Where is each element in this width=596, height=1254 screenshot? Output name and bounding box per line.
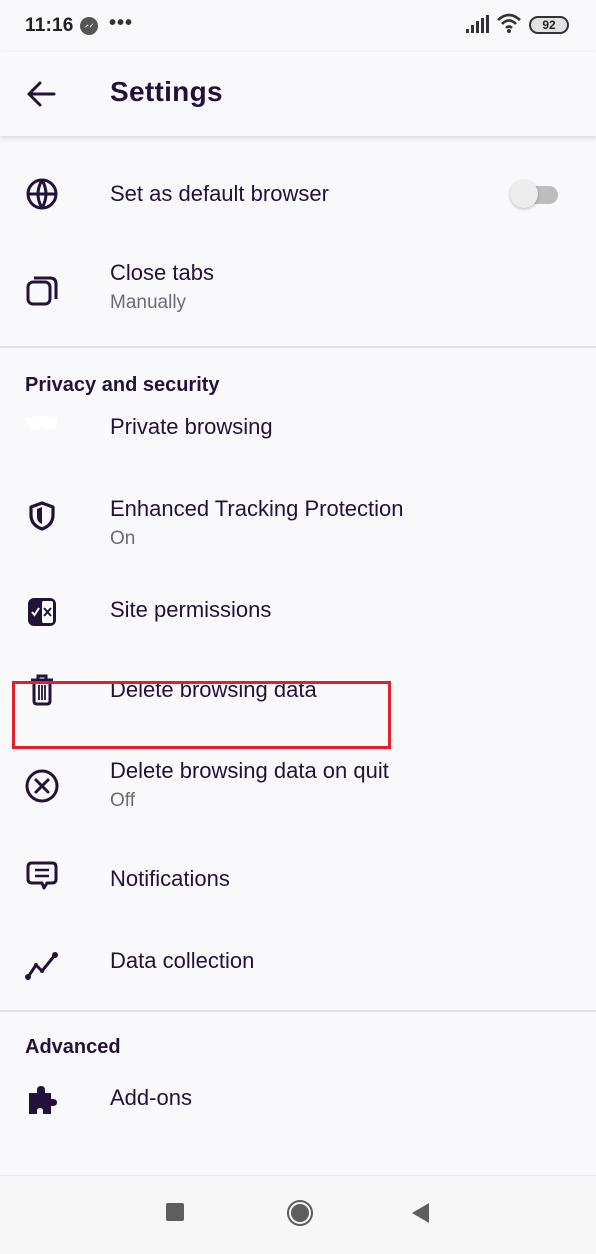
home-icon[interactable] — [287, 1200, 313, 1226]
status-bar: 11:16 ••• 92 — [0, 0, 596, 52]
setting-close-tabs[interactable]: Close tabs Manually — [0, 254, 596, 346]
section-title: Advanced — [25, 1036, 121, 1058]
setting-tracking-protection[interactable]: Enhanced Tracking Protection On — [0, 458, 596, 558]
system-nav-bar — [0, 1175, 596, 1254]
section-header-privacy: Privacy and security — [0, 348, 596, 396]
close-circle-icon — [24, 768, 60, 804]
settings-list: Set as default browser Close tabs Manual… — [0, 136, 596, 1148]
setting-delete-browsing-data[interactable]: Delete browsing data — [0, 660, 596, 738]
setting-title: Data collection — [110, 948, 255, 973]
status-time: 11:16 — [25, 15, 74, 36]
section-title: Privacy and security — [25, 374, 220, 396]
private-mask-icon — [24, 406, 60, 442]
setting-title: Notifications — [110, 866, 230, 891]
app-bar: Settings — [0, 52, 596, 136]
back-triangle-icon[interactable] — [412, 1203, 429, 1223]
setting-default-browser[interactable]: Set as default browser — [0, 136, 596, 254]
default-browser-toggle[interactable] — [510, 180, 558, 208]
chart-line-icon — [24, 948, 60, 984]
permissions-icon — [24, 594, 60, 630]
setting-title: Site permissions — [110, 597, 272, 622]
chat-icon — [24, 858, 60, 894]
toggle-thumb — [510, 180, 538, 208]
setting-title: Delete browsing data on quit — [110, 758, 389, 783]
setting-title: Delete browsing data — [110, 677, 317, 702]
setting-delete-on-quit[interactable]: Delete browsing data on quit Off — [0, 738, 596, 846]
more-dots-icon: ••• — [109, 12, 134, 34]
setting-private-browsing[interactable]: Private browsing — [0, 396, 596, 458]
home-icon-inner — [291, 1204, 309, 1222]
setting-subtitle: Manually — [110, 292, 187, 313]
setting-title: Enhanced Tracking Protection — [110, 496, 404, 521]
trash-icon — [24, 672, 60, 708]
wifi-icon — [497, 13, 521, 38]
setting-notifications[interactable]: Notifications — [0, 846, 596, 928]
setting-site-permissions[interactable]: Site permissions — [0, 558, 596, 660]
puzzle-icon — [24, 1082, 60, 1118]
battery-icon: 92 — [529, 16, 569, 34]
shield-icon — [24, 498, 60, 534]
setting-add-ons[interactable]: Add-ons — [0, 1058, 596, 1148]
tabs-icon — [24, 273, 60, 309]
setting-title: Set as default browser — [110, 181, 329, 206]
setting-title: Add-ons — [110, 1085, 192, 1110]
signal-icon — [466, 15, 490, 38]
back-button[interactable] — [22, 74, 62, 114]
section-header-advanced: Advanced — [0, 1012, 596, 1058]
page-title: Settings — [110, 76, 223, 107]
globe-icon — [24, 176, 60, 212]
arrow-back-icon — [27, 81, 56, 107]
setting-subtitle: Off — [110, 790, 135, 811]
setting-title: Close tabs — [110, 260, 214, 285]
recents-icon[interactable] — [166, 1203, 184, 1221]
setting-data-collection[interactable]: Data collection — [0, 928, 596, 1010]
setting-subtitle: On — [110, 528, 136, 549]
messenger-icon — [80, 17, 98, 35]
setting-title: Private browsing — [110, 414, 273, 439]
